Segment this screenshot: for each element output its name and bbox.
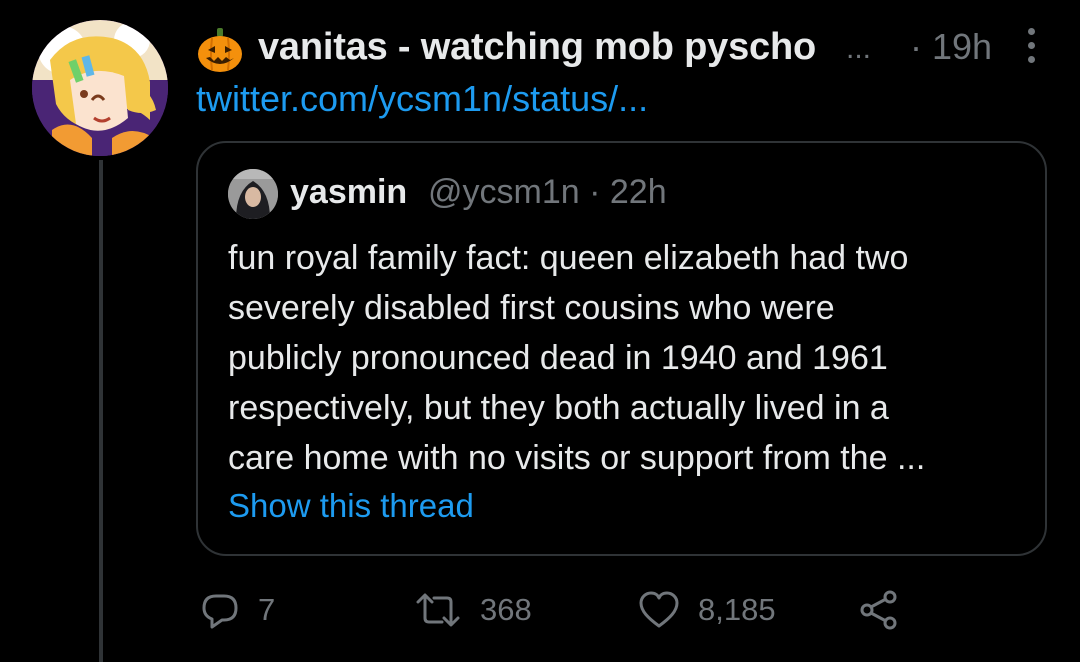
retweet-button[interactable]: 368 — [414, 585, 532, 635]
quoted-handle-time: @ycsm1n · 22h — [428, 173, 667, 211]
heart-icon — [638, 590, 680, 630]
display-name[interactable]: vanitas - watching mob pyscho — [258, 26, 816, 69]
reply-count: 7 — [258, 592, 276, 627]
tweet-actions: 7 368 8,185 — [196, 585, 916, 635]
more-options-icon[interactable] — [1016, 22, 1046, 72]
like-button[interactable]: 8,185 — [638, 585, 776, 635]
tweet-link[interactable]: twitter.com/ycsm1n/status/... — [196, 78, 648, 120]
quoted-text-line: care home with no visits or support from… — [228, 439, 926, 477]
jack-o-lantern-icon — [196, 26, 244, 74]
tweet-time[interactable]: · 19h — [910, 26, 992, 68]
like-count: 8,185 — [698, 592, 776, 627]
show-thread-link[interactable]: Show this thread — [228, 487, 474, 525]
quoted-tweet-text: fun royal family fact: queen elizabeth h… — [228, 233, 1028, 483]
thread-line — [99, 160, 103, 662]
retweet-count: 368 — [480, 592, 532, 627]
retweet-icon — [414, 590, 462, 630]
quoted-avatar[interactable] — [228, 169, 278, 219]
name-ellipsis: ... — [846, 32, 872, 65]
quoted-display-name: yasmin — [290, 173, 408, 211]
quoted-text-line: publicly pronounced dead in 1940 and 196… — [228, 339, 888, 377]
quoted-text-line: severely disabled first cousins who were — [228, 289, 835, 327]
quoted-text-line: fun royal family fact: queen elizabeth h… — [228, 239, 909, 277]
quoted-tweet-card[interactable]: yasmin @ycsm1n · 22h fun royal family fa… — [196, 141, 1047, 556]
tweet-header: vanitas - watching mob pyscho ... · 19h — [196, 22, 1046, 78]
reply-button[interactable]: 7 — [200, 585, 275, 635]
share-button[interactable] — [858, 585, 900, 635]
avatar[interactable] — [32, 20, 168, 156]
quoted-text-line: respectively, but they both actually liv… — [228, 389, 889, 427]
share-icon — [858, 589, 900, 631]
reply-icon — [200, 590, 240, 630]
